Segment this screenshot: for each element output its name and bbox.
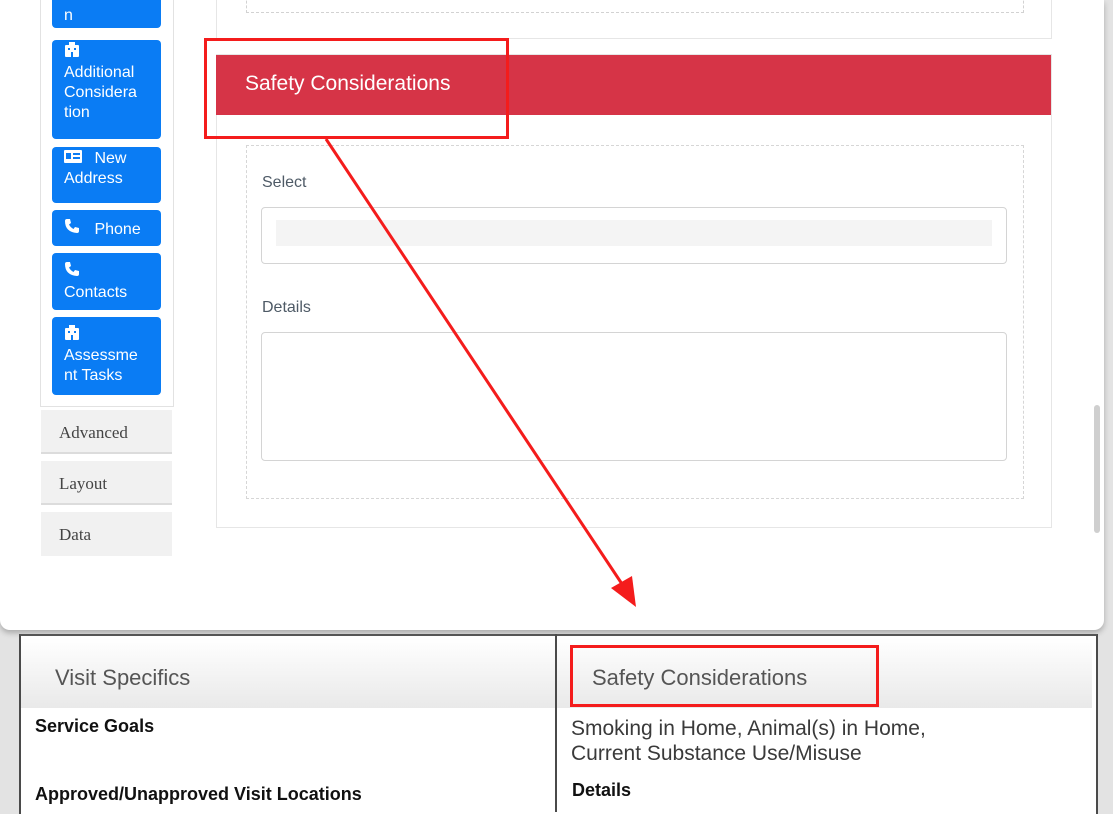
annotation-arrow-icon	[324, 138, 636, 607]
